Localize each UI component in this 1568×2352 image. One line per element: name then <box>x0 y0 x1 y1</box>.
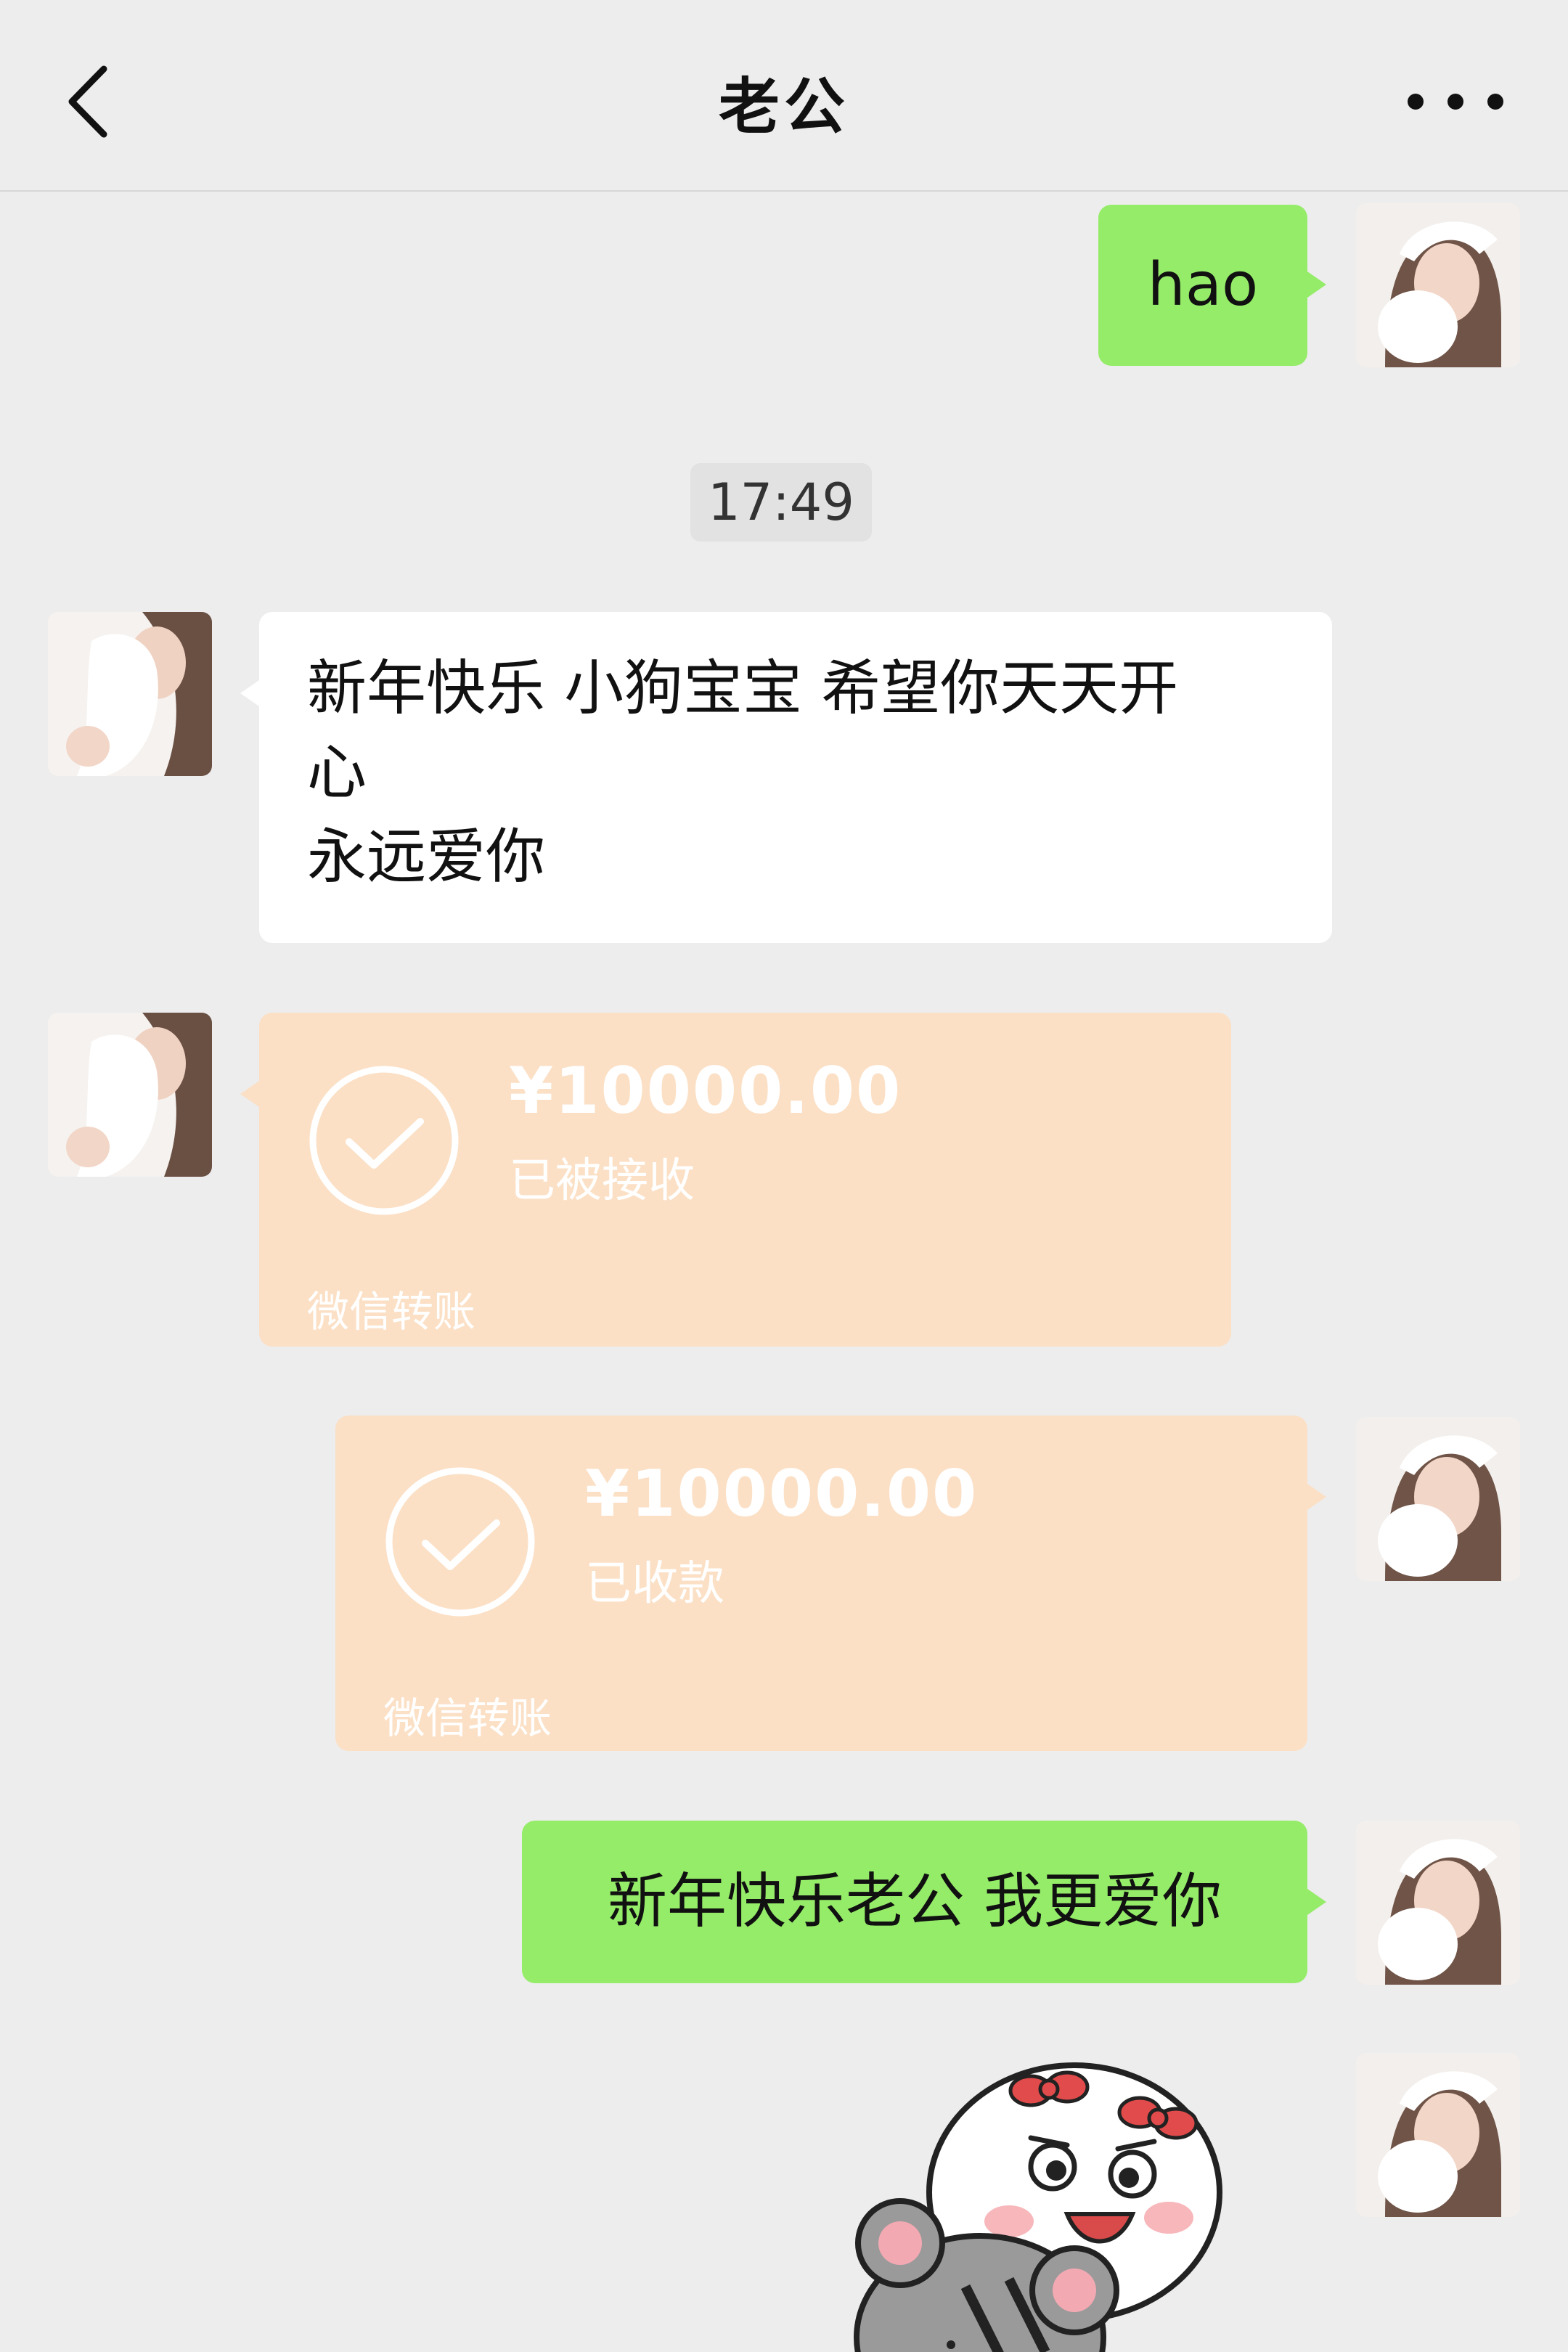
transfer-amount: ¥10000.00 <box>509 1053 902 1128</box>
self-avatar[interactable] <box>1356 1821 1520 1985</box>
self-avatar[interactable] <box>1356 2053 1520 2217</box>
message-bubble-self[interactable]: 新年快乐老公 我更爱你 <box>522 1821 1326 1983</box>
message-text-line: 心 <box>307 738 367 807</box>
more-dots-icon <box>1408 94 1503 110</box>
transfer-amount: ¥10000.00 <box>585 1456 979 1531</box>
message-text: hao <box>1147 250 1259 319</box>
transfer-footer: 微信转账 <box>383 1694 552 1743</box>
bunny-mouse-sticker-icon <box>854 2062 1222 2352</box>
timestamp: 17:49 <box>690 463 872 542</box>
message-bubble-contact[interactable]: 新年快乐 小狗宝宝 希望你天天开 心 永远爱你 <box>240 612 1332 943</box>
more-button[interactable] <box>1401 80 1510 123</box>
contact-avatar[interactable] <box>48 1013 212 1177</box>
transfer-footer: 微信转账 <box>307 1287 476 1336</box>
message-text-line: 新年快乐 小狗宝宝 希望你天天开 <box>307 654 1179 723</box>
transfer-card[interactable]: ¥10000.00 已被接收 微信转账 <box>240 1013 1231 1347</box>
transfer-card[interactable]: ¥10000.00 已收款 微信转账 <box>335 1416 1326 1751</box>
message-text: 新年快乐老公 我更爱你 <box>607 1867 1222 1936</box>
chat-title: 老公 <box>718 71 849 142</box>
transfer-status: 已收款 <box>585 1557 724 1611</box>
sticker[interactable] <box>835 2047 1285 2352</box>
message-text-line: 永远爱你 <box>307 822 546 891</box>
check-circle-icon <box>309 1066 459 1215</box>
self-avatar[interactable] <box>1356 1417 1520 1581</box>
chat-header: 老公 <box>0 0 1568 192</box>
message-bubble-self[interactable]: hao <box>1098 205 1326 366</box>
self-avatar[interactable] <box>1356 203 1520 367</box>
check-circle-icon <box>385 1467 535 1617</box>
contact-avatar[interactable] <box>48 612 212 776</box>
transfer-status: 已被接收 <box>509 1154 695 1208</box>
